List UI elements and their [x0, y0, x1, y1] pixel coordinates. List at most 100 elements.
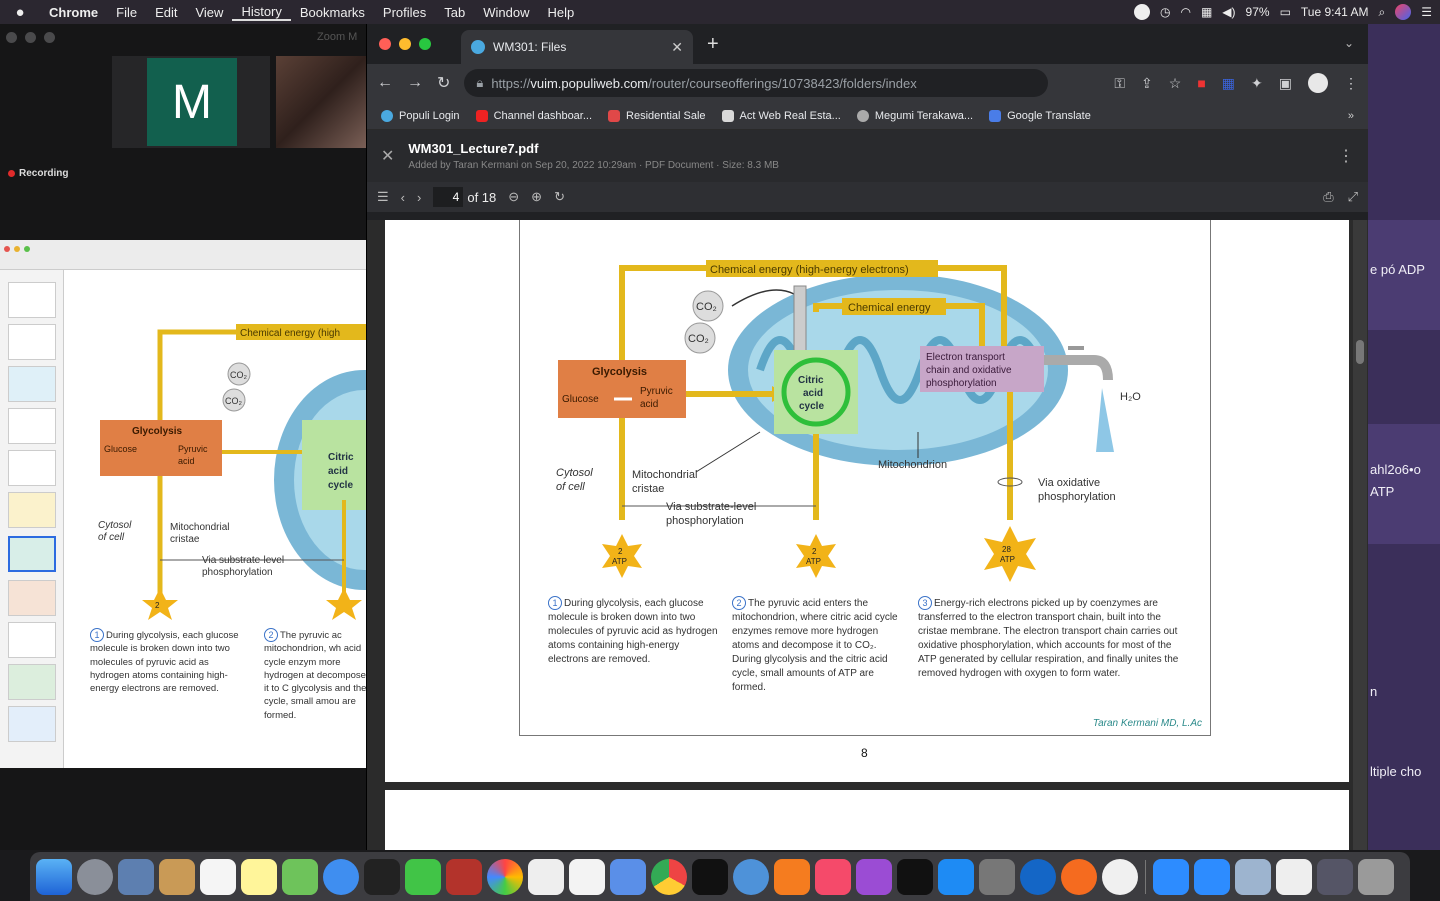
menu-app-name[interactable]: Chrome [40, 5, 107, 20]
battery-icon[interactable]: ▭ [1280, 5, 1291, 19]
zoom-status-icon[interactable] [1133, 4, 1150, 20]
slide-thumbnail[interactable] [8, 450, 56, 486]
zoom-dock-icon-2[interactable] [1194, 858, 1230, 895]
key-icon[interactable]: ⚿ [1114, 75, 1125, 92]
rotate-icon[interactable]: ↻ [554, 189, 565, 205]
participant-video-tile[interactable] [276, 56, 366, 148]
tab-search-chevron-icon[interactable]: ⌄ [1344, 36, 1354, 50]
file-options-icon[interactable]: ⋮ [1338, 146, 1354, 166]
launchpad-icon[interactable] [77, 858, 113, 895]
next-page-icon[interactable]: › [417, 190, 421, 205]
sidebar-toggle-icon[interactable]: ☰ [377, 189, 389, 205]
news-icon[interactable] [1102, 858, 1138, 895]
tab-close-icon[interactable]: ✕ [671, 39, 683, 56]
spotlight-icon[interactable]: ⌕ [1379, 5, 1386, 20]
participant-tile-m[interactable]: M [112, 56, 270, 148]
control-center-icon[interactable]: ☰ [1421, 5, 1432, 19]
edge-icon[interactable] [1020, 858, 1056, 895]
address-bar[interactable]: 🔒︎ https://vuim.populiweb.com/router/cou… [464, 69, 1049, 97]
network-icon[interactable] [733, 858, 769, 895]
menu-edit[interactable]: Edit [146, 5, 186, 20]
calendar-icon[interactable] [200, 858, 236, 895]
screenshot-thumbnail-icon[interactable] [1317, 858, 1353, 895]
notes-icon[interactable] [241, 858, 277, 895]
trash-icon[interactable] [1358, 858, 1394, 895]
menu-history[interactable]: History [232, 4, 291, 21]
scrollbar-thumb[interactable] [1356, 340, 1364, 364]
bookmark-megumi-terakawa[interactable]: Megumi Terakawa... [856, 109, 973, 122]
slide-thumbnail[interactable] [8, 492, 56, 528]
bookmark-populi-login[interactable]: Populi Login [381, 109, 460, 122]
forward-icon[interactable]: → [407, 74, 423, 92]
messages-icon[interactable] [405, 858, 441, 895]
menu-profiles[interactable]: Profiles [374, 5, 435, 20]
zoom-dock-icon-1[interactable] [1153, 858, 1189, 895]
back-icon[interactable]: ← [377, 74, 393, 92]
menu-tab[interactable]: Tab [435, 5, 474, 20]
prev-page-icon[interactable]: ‹ [401, 190, 405, 205]
tab-active[interactable]: WM301: Files ✕ [461, 30, 693, 64]
extension-red-icon[interactable]: ■ [1197, 75, 1205, 91]
new-tab-button[interactable]: + [707, 33, 719, 56]
slide-thumbnail[interactable] [8, 324, 56, 360]
music-icon[interactable] [815, 858, 851, 895]
window-thumbnail-icon[interactable] [1235, 858, 1271, 895]
photos-icon[interactable] [487, 858, 523, 895]
podcasts-icon[interactable] [856, 858, 892, 895]
preview-icon[interactable] [118, 858, 154, 895]
profile-avatar[interactable] [1308, 73, 1328, 93]
chrome-dock-icon[interactable] [651, 858, 687, 895]
app-store-icon[interactable] [938, 858, 974, 895]
close-preview-icon[interactable]: ✕ [381, 146, 394, 166]
time-machine-icon[interactable]: ◷ [1160, 5, 1170, 19]
chrome-menu-icon[interactable]: ⋮ [1344, 75, 1358, 92]
terminal-icon[interactable] [364, 858, 400, 895]
bookmark-residential-sale[interactable]: Residential Sale [608, 109, 706, 122]
notebook-icon[interactable] [159, 858, 195, 895]
keynote-icon[interactable] [610, 858, 646, 895]
slide-thumbnail-selected[interactable] [8, 536, 56, 572]
slide-thumbnail[interactable] [8, 664, 56, 700]
slide-thumbnail[interactable] [8, 366, 56, 402]
star-icon[interactable]: ☆ [1169, 75, 1182, 92]
wifi-icon[interactable]: ◠ [1180, 5, 1190, 19]
zoom-zoom-button[interactable] [44, 31, 55, 43]
apple-menu-icon[interactable]: ● [0, 4, 40, 21]
numbers-icon[interactable] [569, 858, 605, 895]
bookmarks-overflow-icon[interactable]: » [1348, 110, 1354, 122]
extensions-puzzle-icon[interactable]: ✦ [1251, 75, 1263, 92]
capcut-icon[interactable] [692, 858, 728, 895]
slide-thumbnail[interactable] [8, 580, 56, 616]
system-preferences-icon[interactable] [979, 858, 1015, 895]
bookmark-google-translate[interactable]: Google Translate [989, 109, 1091, 122]
zoom-window-button[interactable] [419, 38, 431, 50]
reload-icon[interactable]: ↻ [437, 73, 450, 93]
zoom-close-button[interactable] [6, 31, 17, 43]
menu-view[interactable]: View [186, 5, 232, 20]
zoom-in-icon[interactable]: ⊕ [531, 189, 542, 205]
battery-percent[interactable]: 97% [1246, 5, 1270, 19]
siri-icon[interactable] [1395, 4, 1412, 20]
pdf-scrollbar[interactable] [1353, 220, 1367, 850]
zoom-minimize-button[interactable] [25, 31, 36, 43]
fullscreen-icon[interactable]: ⤢ [1348, 189, 1358, 205]
flag-icon[interactable]: ▦ [1201, 5, 1212, 19]
page-number-input[interactable] [433, 187, 464, 207]
menu-help[interactable]: Help [539, 5, 584, 20]
menu-bookmarks[interactable]: Bookmarks [291, 5, 374, 20]
maps-icon[interactable] [282, 858, 318, 895]
bookmark-channel-dashboard[interactable]: Channel dashboar... [475, 109, 592, 122]
clock[interactable]: Tue 9:41 AM [1301, 5, 1369, 19]
slide-thumbnail[interactable] [8, 706, 56, 742]
minimize-window-button[interactable] [399, 38, 411, 50]
slide-thumbnail[interactable] [8, 282, 56, 318]
slide-thumbnail[interactable] [8, 408, 56, 444]
slide-thumbnail[interactable] [8, 622, 56, 658]
close-window-button[interactable] [379, 38, 391, 50]
apple-tv-icon[interactable] [897, 858, 933, 895]
zoom-out-icon[interactable]: ⊖ [508, 189, 519, 205]
zoom-app-icon[interactable] [323, 858, 359, 895]
document-thumbnail-icon[interactable] [1276, 858, 1312, 895]
vlc-icon[interactable] [774, 858, 810, 895]
menu-window[interactable]: Window [474, 5, 538, 20]
